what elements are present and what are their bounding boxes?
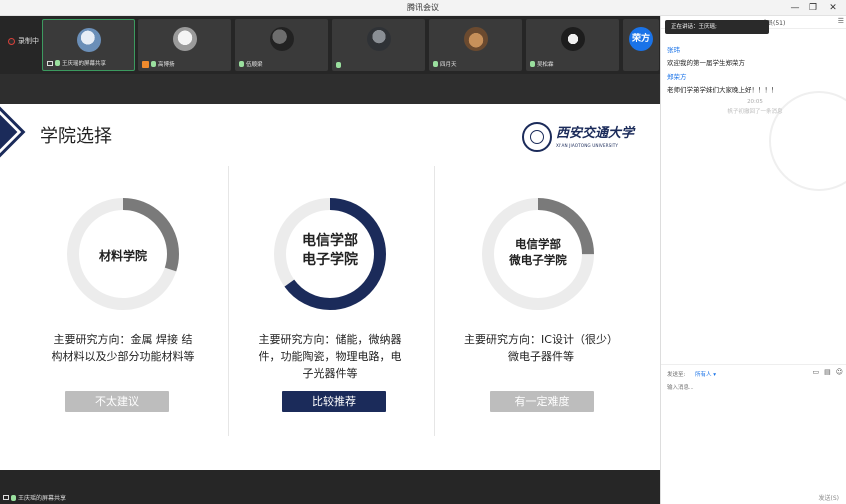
screen-share-icon bbox=[47, 60, 53, 66]
window-title: 腾讯会议 bbox=[407, 3, 439, 12]
video-strip: 录制中 王庆瑶的屏幕共享 高博扬 伍顺梁 四月天 吴松霖 荣方 bbox=[0, 16, 660, 74]
participant-tile[interactable] bbox=[332, 19, 425, 71]
column-divider bbox=[228, 166, 229, 436]
tag-recommended: 比较推荐 bbox=[282, 391, 386, 412]
send-button[interactable]: 发送(S) bbox=[819, 493, 840, 502]
avatar bbox=[463, 27, 488, 51]
slide-title: 学院选择 bbox=[40, 126, 112, 147]
participant-tile[interactable]: 伍顺梁 bbox=[235, 19, 328, 71]
user-icon[interactable]: ☺ bbox=[836, 368, 843, 376]
strip-toolbar bbox=[0, 74, 660, 104]
speaking-indicator: 正在讲话：王庆瑶; bbox=[665, 20, 769, 34]
message-sender: 张玮 bbox=[667, 46, 680, 54]
college-name-3: 电信学部 微电子学院 bbox=[509, 237, 567, 267]
panel-menu-icon[interactable]: ☰ bbox=[838, 17, 844, 25]
avatar bbox=[269, 27, 294, 51]
seal-icon bbox=[522, 122, 552, 152]
send-to-label: 发送至: bbox=[667, 372, 686, 378]
share-status: 王庆瑶的屏幕共享 bbox=[3, 493, 66, 502]
college-desc-1: 主要研究方向：金属 焊接 结 构材料以及少部分功能材料等 bbox=[51, 333, 195, 363]
participant-name: 高博扬 bbox=[142, 60, 175, 68]
avatar bbox=[366, 27, 391, 51]
tag-difficult: 有一定难度 bbox=[490, 391, 594, 412]
recall-notice: 帆子初撤回了一条消息 bbox=[727, 109, 783, 115]
meeting-stage: 录制中 王庆瑶的屏幕共享 高博扬 伍顺梁 四月天 吴松霖 荣方 学院选择 西安交… bbox=[0, 16, 660, 504]
tag-not-recommended: 不太建议 bbox=[65, 391, 169, 412]
column-divider bbox=[434, 166, 435, 436]
participant-tile[interactable]: 高博扬 bbox=[138, 19, 231, 71]
participant-tile[interactable]: 王庆瑶的屏幕共享 bbox=[42, 19, 135, 71]
minimize-icon[interactable]: — bbox=[788, 1, 802, 15]
university-logo: 西安交通大学 XI'AN JIAOTONG UNIVERSITY bbox=[522, 122, 634, 154]
folder-icon[interactable]: ▭ bbox=[812, 368, 819, 376]
compose-area: 发送至: 所有人 ▾ ▭ ▤ ☺ 发送(S) bbox=[661, 364, 846, 504]
chat-panel: 成员(51) ☰ 正在讲话：王庆瑶; 张玮 欢迎我的第一届学生郑荣方 郑荣方 老… bbox=[660, 16, 846, 504]
message-input[interactable] bbox=[667, 381, 841, 395]
calendar-icon[interactable]: ▤ bbox=[824, 368, 831, 376]
mic-icon bbox=[336, 62, 341, 68]
message-sender: 郑荣方 bbox=[667, 73, 687, 81]
participant-name: 伍顺梁 bbox=[239, 60, 263, 68]
avatar bbox=[560, 27, 585, 51]
record-label: 录制中 bbox=[18, 37, 39, 45]
college-name-1: 材料学院 bbox=[98, 249, 147, 263]
recipient-select[interactable]: 所有人 ▾ bbox=[695, 370, 716, 378]
title-bar: 腾讯会议 — ❐ ✕ bbox=[0, 0, 846, 16]
participant-name: 四月天 bbox=[433, 60, 457, 68]
message-text: 欢迎我的第一届学生郑荣方 bbox=[667, 59, 745, 67]
participant-tile[interactable]: 荣方 bbox=[623, 19, 659, 71]
avatar bbox=[172, 27, 197, 51]
close-icon[interactable]: ✕ bbox=[826, 1, 840, 15]
mic-icon bbox=[11, 494, 16, 501]
mic-icon bbox=[530, 61, 535, 67]
college-desc-2: 主要研究方向：储能，微纳器 件，功能陶瓷，物理电路，电 子光器件等 bbox=[258, 333, 402, 380]
college-desc-3: 主要研究方向：IC设计（很少） 微电子器件等 bbox=[464, 333, 618, 363]
participant-tile[interactable]: 吴松霖 bbox=[526, 19, 619, 71]
host-badge-icon bbox=[142, 60, 149, 68]
participant-name bbox=[336, 62, 343, 68]
mic-icon bbox=[239, 61, 244, 67]
message-text: 老师们学弟学妹们大家晚上好！！！！ bbox=[667, 86, 778, 94]
screen-share-icon bbox=[3, 495, 9, 500]
participant-name: 吴松霖 bbox=[530, 60, 554, 68]
shared-slide: 学院选择 西安交通大学 XI'AN JIAOTONG UNIVERSITY 材料… bbox=[0, 104, 660, 470]
restore-icon[interactable]: ❐ bbox=[806, 1, 820, 15]
message-list: 张玮 欢迎我的第一届学生郑荣方 郑荣方 老师们学弟学妹们大家晚上好！！！！ 20… bbox=[667, 42, 843, 115]
mic-icon bbox=[151, 61, 156, 67]
compose-tools: ▭ ▤ ☺ bbox=[812, 368, 843, 376]
college-name-2: 电信学部 电子学院 bbox=[302, 233, 358, 268]
message-timestamp: 20:05 bbox=[747, 99, 763, 105]
avatar: 荣方 bbox=[629, 27, 653, 51]
participant-tile[interactable]: 四月天 bbox=[429, 19, 522, 71]
mic-icon bbox=[55, 60, 60, 66]
mic-icon bbox=[433, 61, 438, 67]
avatar bbox=[76, 28, 101, 52]
participant-name: 王庆瑶的屏幕共享 bbox=[47, 59, 106, 67]
record-button[interactable]: 录制中 bbox=[8, 36, 39, 46]
share-bottom-bar: 王庆瑶的屏幕共享 bbox=[0, 470, 660, 504]
record-icon bbox=[8, 37, 15, 45]
